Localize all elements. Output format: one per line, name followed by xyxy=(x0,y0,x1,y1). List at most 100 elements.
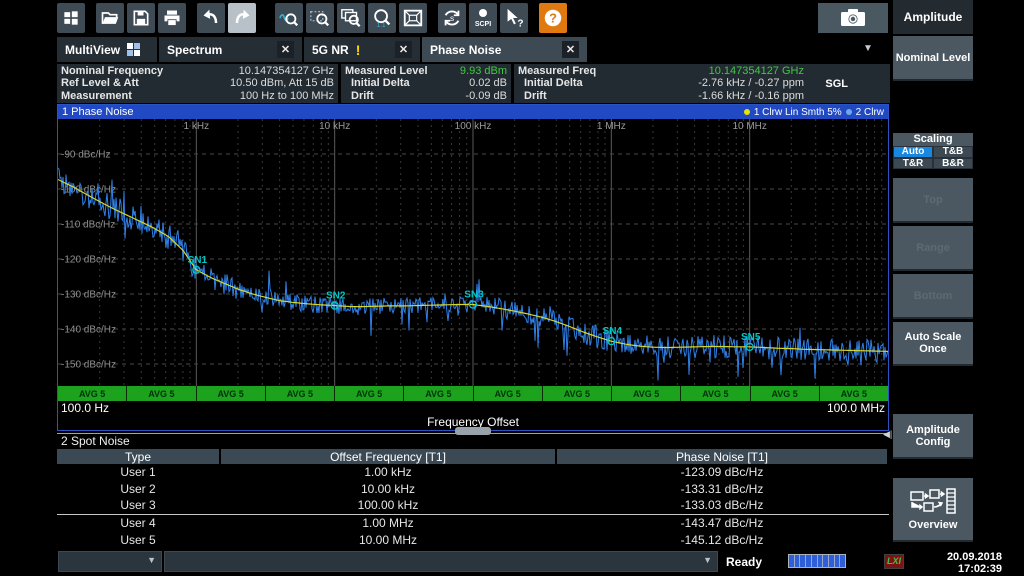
tab-overflow-button[interactable]: ▼ xyxy=(858,40,878,58)
info-row: Drift-0.09 dB xyxy=(345,90,507,102)
info-row: Measured Level9.93 dBm xyxy=(345,65,507,77)
table-cell: 1.00 kHz xyxy=(221,465,555,479)
overview-button[interactable]: Overview xyxy=(893,478,973,542)
context-help-icon[interactable]: ? xyxy=(500,3,528,33)
table-row[interactable]: User 3100.00 kHz-133.03 dBc/Hz xyxy=(57,497,889,514)
info-label: Initial Delta xyxy=(518,77,583,89)
printer-glyph xyxy=(162,8,182,28)
scaling-option-auto[interactable]: Auto xyxy=(893,146,933,158)
tab-label: Phase Noise xyxy=(430,43,501,57)
tab-close-icon[interactable]: ✕ xyxy=(277,41,294,58)
redo-icon[interactable] xyxy=(228,3,256,33)
table-cell: -145.12 dBc/Hz xyxy=(557,533,887,547)
spot-noise-window: 2 Spot Noise TypeOffset Frequency [T1]Ph… xyxy=(57,433,889,547)
open-file-icon[interactable] xyxy=(96,3,124,33)
table-cell: User 1 xyxy=(57,465,219,479)
info-value: 10.147354127 GHz xyxy=(239,65,334,77)
print-icon[interactable] xyxy=(158,3,186,33)
y-tick-label: -130 dBc/Hz xyxy=(61,290,116,301)
tab-label: Spectrum xyxy=(167,43,222,57)
info-column-3: Measured Freq10.147354127 GHzInitial Del… xyxy=(514,64,890,103)
table-row[interactable]: User 11.00 kHz-123.09 dBc/Hz xyxy=(57,464,889,481)
top-button[interactable]: Top xyxy=(893,178,973,223)
sweep-refresh-glyph: s xyxy=(441,7,463,29)
info-value: 9.93 dBm xyxy=(460,65,507,77)
x-tick-label: 1 MHz xyxy=(597,121,626,132)
tab-spectrum[interactable]: Spectrum ✕ xyxy=(159,37,302,62)
window-splitter-handle[interactable] xyxy=(455,427,491,435)
marker-sn3-label: SN3 xyxy=(464,290,484,301)
display-frame-icon[interactable] xyxy=(399,3,427,33)
phase-noise-chart[interactable]: 1 kHz10 kHz100 kHz1 MHz10 MHz-90 dBc/Hz-… xyxy=(58,119,888,386)
scpi-icon[interactable]: SCPI xyxy=(469,3,497,33)
save-icon[interactable] xyxy=(127,3,155,33)
spot-noise-table-body: User 11.00 kHz-123.09 dBc/HzUser 210.00 … xyxy=(57,464,889,548)
table-row[interactable]: User 41.00 MHz-143.47 dBc/Hz xyxy=(57,514,889,532)
tab-multiview[interactable]: MultiView xyxy=(57,37,157,62)
chevron-down-icon: ▼ xyxy=(147,555,156,565)
column-header: Type xyxy=(57,449,219,464)
x-tick-label: 1 kHz xyxy=(184,121,210,132)
table-row[interactable]: User 210.00 kHz-133.31 dBc/Hz xyxy=(57,481,889,498)
date-time[interactable]: 20.09.2018 17:02:39 xyxy=(902,551,1002,575)
bottom-button[interactable]: Bottom xyxy=(893,274,973,319)
table-cell: User 2 xyxy=(57,482,219,496)
continue-sweep-icon[interactable]: s xyxy=(438,3,466,33)
progress-segment xyxy=(789,555,794,567)
avg-segment: AVG 5 xyxy=(197,386,265,401)
marker-sn5-label: SN5 xyxy=(741,332,761,343)
tab-label: MultiView xyxy=(65,43,120,57)
block-diagram-icon xyxy=(910,488,956,514)
avg-segment: AVG 5 xyxy=(612,386,680,401)
info-value: 10.147354127 GHz xyxy=(709,65,804,77)
window-title: 1 Phase Noise xyxy=(62,106,134,118)
scaling-option-tr[interactable]: T&R xyxy=(893,158,933,170)
x-tick-label: 10 MHz xyxy=(732,121,766,132)
windows-icon[interactable] xyxy=(57,3,85,33)
collapse-menu-icon[interactable]: ◀| xyxy=(883,429,892,440)
trace-1-color-dot xyxy=(744,109,750,115)
avg-segment: AVG 5 xyxy=(58,386,126,401)
info-row: Initial Delta0.02 dB xyxy=(345,77,507,89)
x-tick-label: 100 kHz xyxy=(455,121,492,132)
zoom-selection-glyph xyxy=(309,7,331,29)
status-dropdown-left[interactable]: ▼ xyxy=(58,551,162,572)
svg-text:SCPI: SCPI xyxy=(475,21,491,28)
undo-icon[interactable] xyxy=(197,3,225,33)
chevron-down-icon: ▼ xyxy=(703,555,712,565)
trace-2-color-dot xyxy=(846,109,852,115)
range-button[interactable]: Range xyxy=(893,226,973,271)
tab-close-icon[interactable]: ✕ xyxy=(395,41,412,58)
status-dropdown-main[interactable]: ▼ xyxy=(164,551,718,572)
zoom-trace-glyph xyxy=(278,7,300,29)
zoom-one-to-one-icon[interactable]: 1:1 xyxy=(368,3,396,33)
tab-phase-noise[interactable]: Phase Noise ✕ xyxy=(422,37,587,62)
tab-close-icon[interactable]: ✕ xyxy=(562,41,579,58)
marker-sn4-label: SN4 xyxy=(603,326,623,337)
folder-glyph xyxy=(100,8,120,28)
avg-segment: AVG 5 xyxy=(404,386,472,401)
scaling-option-br[interactable]: B&R xyxy=(933,158,973,170)
screenshot-button[interactable] xyxy=(818,3,888,33)
zoom-selection-icon[interactable] xyxy=(306,3,334,33)
zoom-windows-glyph xyxy=(340,7,362,29)
x-tick-label: 10 kHz xyxy=(319,121,350,132)
help-icon[interactable]: ? xyxy=(539,3,567,33)
avg-segment: AVG 5 xyxy=(543,386,611,401)
nominal-level-button[interactable]: Nominal Level xyxy=(893,36,973,81)
info-row: Nominal Frequency10.147354127 GHz xyxy=(61,65,334,77)
svg-text:?: ? xyxy=(517,18,523,29)
table-row[interactable]: User 510.00 MHz-145.12 dBc/Hz xyxy=(57,531,889,548)
tab-bar: MultiViewSpectrum✕5G NR!✕Phase Noise✕ xyxy=(57,37,587,62)
info-row: Drift-1.66 kHz / -0.16 ppm xyxy=(518,90,886,102)
amplitude-config-button[interactable]: Amplitude Config xyxy=(893,414,973,459)
scaling-option-tb[interactable]: T&B xyxy=(933,146,973,158)
table-cell: User 4 xyxy=(57,516,219,530)
table-cell: -123.09 dBc/Hz xyxy=(557,465,887,479)
progress-segment xyxy=(840,555,845,567)
tab-5g-nr[interactable]: 5G NR!✕ xyxy=(304,37,420,62)
auto-scale-once-button[interactable]: Auto Scale Once xyxy=(893,322,973,366)
zoom-trace-icon[interactable] xyxy=(275,3,303,33)
zoom-windows-icon[interactable] xyxy=(337,3,365,33)
column-header: Offset Frequency [T1] xyxy=(221,449,555,464)
